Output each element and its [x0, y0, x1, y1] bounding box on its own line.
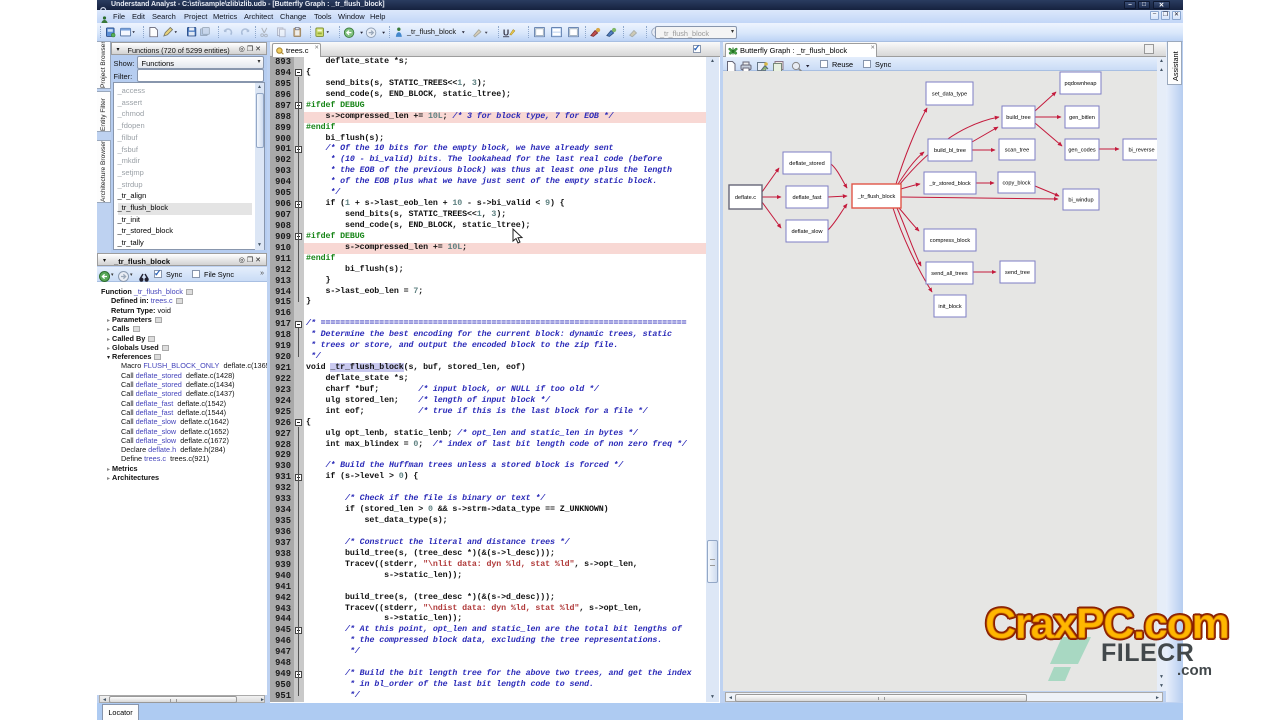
svg-text:scan_tree: scan_tree — [1005, 148, 1030, 154]
svg-text:bi_reverse: bi_reverse — [1128, 148, 1154, 154]
svg-text:build_tree: build_tree — [1006, 115, 1031, 121]
svg-text:bi_windup: bi_windup — [1068, 198, 1093, 204]
svg-text:send_all_trees: send_all_trees — [931, 271, 968, 277]
svg-text:deflate.c: deflate.c — [735, 195, 756, 201]
svg-text:gen_codes: gen_codes — [1068, 148, 1096, 154]
svg-text:pqdownheap: pqdownheap — [1064, 81, 1096, 87]
svg-text:compress_block: compress_block — [930, 238, 971, 244]
svg-text:deflate_stored: deflate_stored — [789, 161, 824, 167]
svg-text:_tr_stored_block: _tr_stored_block — [928, 181, 971, 187]
svg-text:_tr_flush_block: _tr_flush_block — [857, 194, 896, 200]
svg-text:init_block: init_block — [938, 304, 962, 310]
svg-text:build_bl_tree: build_bl_tree — [934, 148, 966, 154]
svg-text:deflate_fast: deflate_fast — [793, 195, 822, 201]
svg-text:copy_block: copy_block — [1003, 181, 1031, 187]
svg-text:set_data_type: set_data_type — [932, 92, 967, 98]
svg-text:send_tree: send_tree — [1005, 270, 1030, 276]
svg-text:gen_bitlen: gen_bitlen — [1069, 115, 1095, 121]
svg-text:deflate_slow: deflate_slow — [791, 229, 823, 235]
